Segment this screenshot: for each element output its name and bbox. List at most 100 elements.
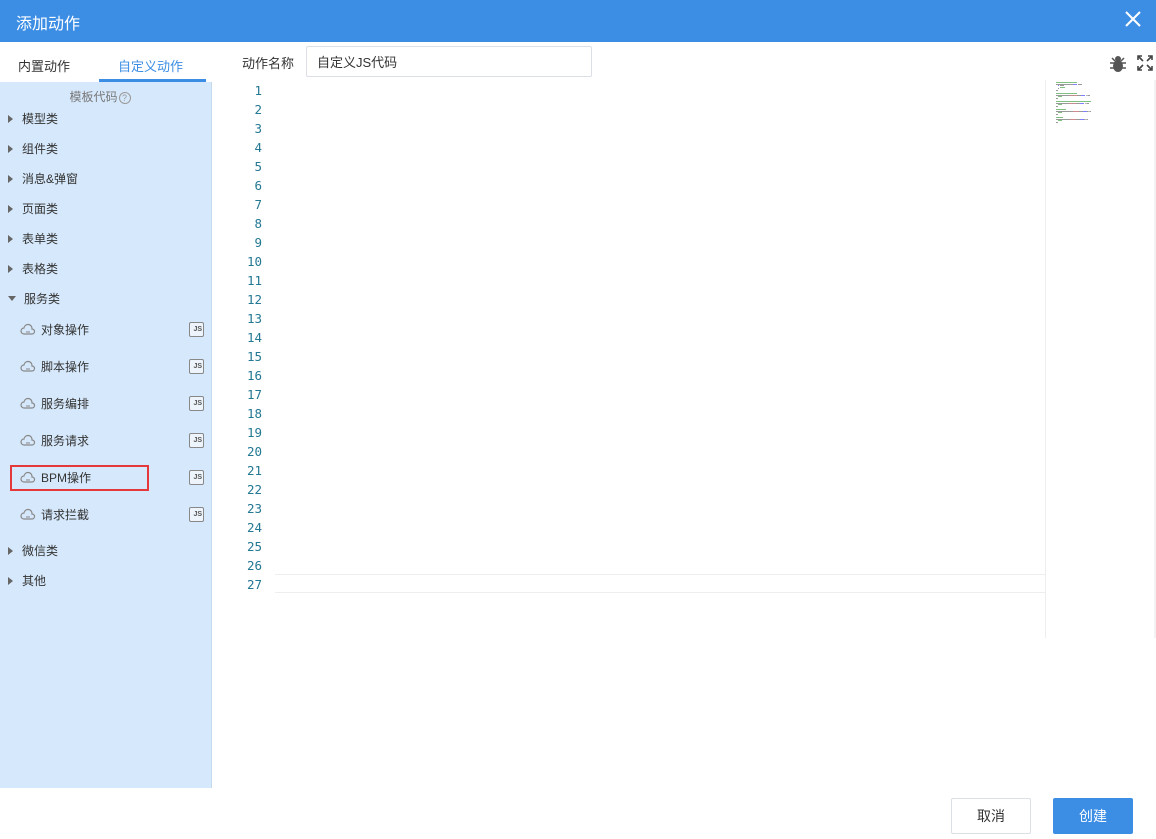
tab-builtin-actions[interactable]: 内置动作	[18, 56, 70, 75]
bug-icon[interactable]	[1108, 54, 1128, 74]
service-item-orchestration[interactable]: 服务编排 JS	[20, 394, 206, 414]
line-number: 14	[246, 330, 262, 345]
line-number: 18	[246, 406, 262, 421]
minimap-line	[1060, 86, 1065, 88]
cancel-button[interactable]: 取消	[951, 798, 1031, 834]
line-number: 26	[246, 558, 262, 573]
minimap-line	[1082, 110, 1087, 112]
caret-right-icon	[8, 265, 13, 273]
line-number: 11	[246, 273, 262, 288]
minimap-line	[1056, 90, 1058, 91]
js-file-icon: JS	[189, 433, 204, 448]
js-file-icon: JS	[189, 470, 204, 485]
minimap-line	[1056, 122, 1058, 123]
sidebar: 内置动作 自定义动作 模板代码? 模型类 组件类 消息&弹窗 页面类 表单类 表…	[0, 42, 212, 788]
caret-down-icon	[8, 296, 16, 301]
minimap-line	[1058, 96, 1062, 98]
category-form[interactable]: 表单类	[8, 230, 58, 248]
caret-right-icon	[8, 235, 13, 243]
category-other[interactable]: 其他	[8, 572, 46, 590]
minimap-line	[1058, 104, 1062, 106]
cloud-icon	[20, 508, 36, 520]
category-wechat[interactable]: 微信类	[8, 542, 58, 560]
bpm-highlight-box	[10, 465, 149, 491]
line-number: 7	[254, 197, 262, 212]
category-page[interactable]: 页面类	[8, 200, 58, 218]
category-service[interactable]: 服务类	[8, 290, 60, 308]
dialog-title: 添加动作	[16, 16, 81, 33]
action-name-label: 动作名称	[242, 56, 295, 71]
line-number: 21	[246, 463, 262, 478]
tab-bar: 内置动作 自定义动作	[0, 42, 212, 82]
fullscreen-icon[interactable]	[1137, 55, 1153, 71]
action-name-input[interactable]	[306, 46, 592, 77]
minimap-line	[1088, 94, 1090, 96]
line-number: 6	[254, 178, 262, 193]
minimap-line	[1058, 88, 1059, 90]
category-component[interactable]: 组件类	[8, 140, 58, 158]
active-tab-indicator	[99, 79, 206, 82]
line-number: 15	[246, 349, 262, 364]
help-icon[interactable]: ?	[118, 92, 131, 104]
minimap-line	[1079, 118, 1084, 120]
line-number: 12	[246, 292, 262, 307]
caret-right-icon	[8, 205, 13, 213]
service-item-request[interactable]: 服务请求 JS	[20, 431, 206, 451]
category-table[interactable]: 表格类	[8, 260, 58, 278]
minimap-line	[1056, 98, 1058, 99]
line-number: 20	[246, 444, 262, 459]
template-code-label: 模板代码?	[0, 88, 200, 105]
line-number: 16	[246, 368, 262, 383]
line-number: 13	[246, 311, 262, 326]
minimap-line	[1058, 120, 1062, 122]
line-number: 25	[246, 539, 262, 554]
minimap-line	[1080, 102, 1084, 104]
minimap-line	[1077, 83, 1082, 85]
line-number: 4	[254, 140, 262, 155]
line-number: 17	[246, 387, 262, 402]
line-number: 2	[254, 102, 262, 117]
minimap-line	[1081, 94, 1085, 96]
line-number: 3	[254, 121, 262, 136]
code-editor[interactable]: 1 2 3 4 5 6 7 8 9 10 11 12 13 14 15 16 17 18 19 20 21 22 23 24 2…	[212, 80, 1156, 638]
create-button[interactable]: 创建	[1053, 798, 1133, 834]
js-file-icon: JS	[189, 507, 204, 522]
current-line-highlight	[275, 574, 1045, 593]
line-number: 5	[254, 159, 262, 174]
cloud-icon	[20, 434, 36, 446]
caret-right-icon	[8, 577, 13, 585]
line-number: 1	[254, 83, 262, 98]
code-minimap[interactable]	[1045, 80, 1156, 638]
cloud-icon	[20, 397, 36, 409]
cloud-icon	[20, 323, 36, 335]
category-message[interactable]: 消息&弹窗	[8, 170, 78, 188]
caret-right-icon	[8, 175, 13, 183]
line-number: 19	[246, 425, 262, 440]
js-file-icon: JS	[189, 322, 204, 337]
caret-right-icon	[8, 145, 13, 153]
template-code-text: 模板代码	[69, 90, 118, 104]
category-model[interactable]: 模型类	[8, 110, 58, 128]
minimap-line	[1086, 118, 1088, 120]
cloud-icon	[20, 360, 36, 372]
minimap-line	[1058, 112, 1062, 114]
close-icon[interactable]	[1122, 8, 1144, 30]
line-number: 23	[246, 501, 262, 516]
minimap-line	[1089, 110, 1091, 112]
line-number: 8	[254, 216, 262, 231]
line-number: 22	[246, 482, 262, 497]
line-number: 27	[246, 577, 262, 592]
service-item-object[interactable]: 对象操作 JS	[20, 320, 206, 340]
js-file-icon: JS	[189, 396, 204, 411]
line-number: 9	[254, 235, 262, 250]
minimap-line	[1056, 114, 1058, 115]
minimap-line	[1073, 83, 1077, 85]
line-number: 24	[246, 520, 262, 535]
service-item-script[interactable]: 脚本操作 JS	[20, 357, 206, 377]
caret-right-icon	[8, 115, 13, 123]
service-item-intercept[interactable]: 请求拦截 JS	[20, 505, 206, 525]
dialog-header: 添加动作	[0, 0, 1156, 42]
tab-custom-actions[interactable]: 自定义动作	[118, 56, 183, 75]
minimap-line	[1087, 102, 1089, 104]
js-file-icon: JS	[189, 359, 204, 374]
